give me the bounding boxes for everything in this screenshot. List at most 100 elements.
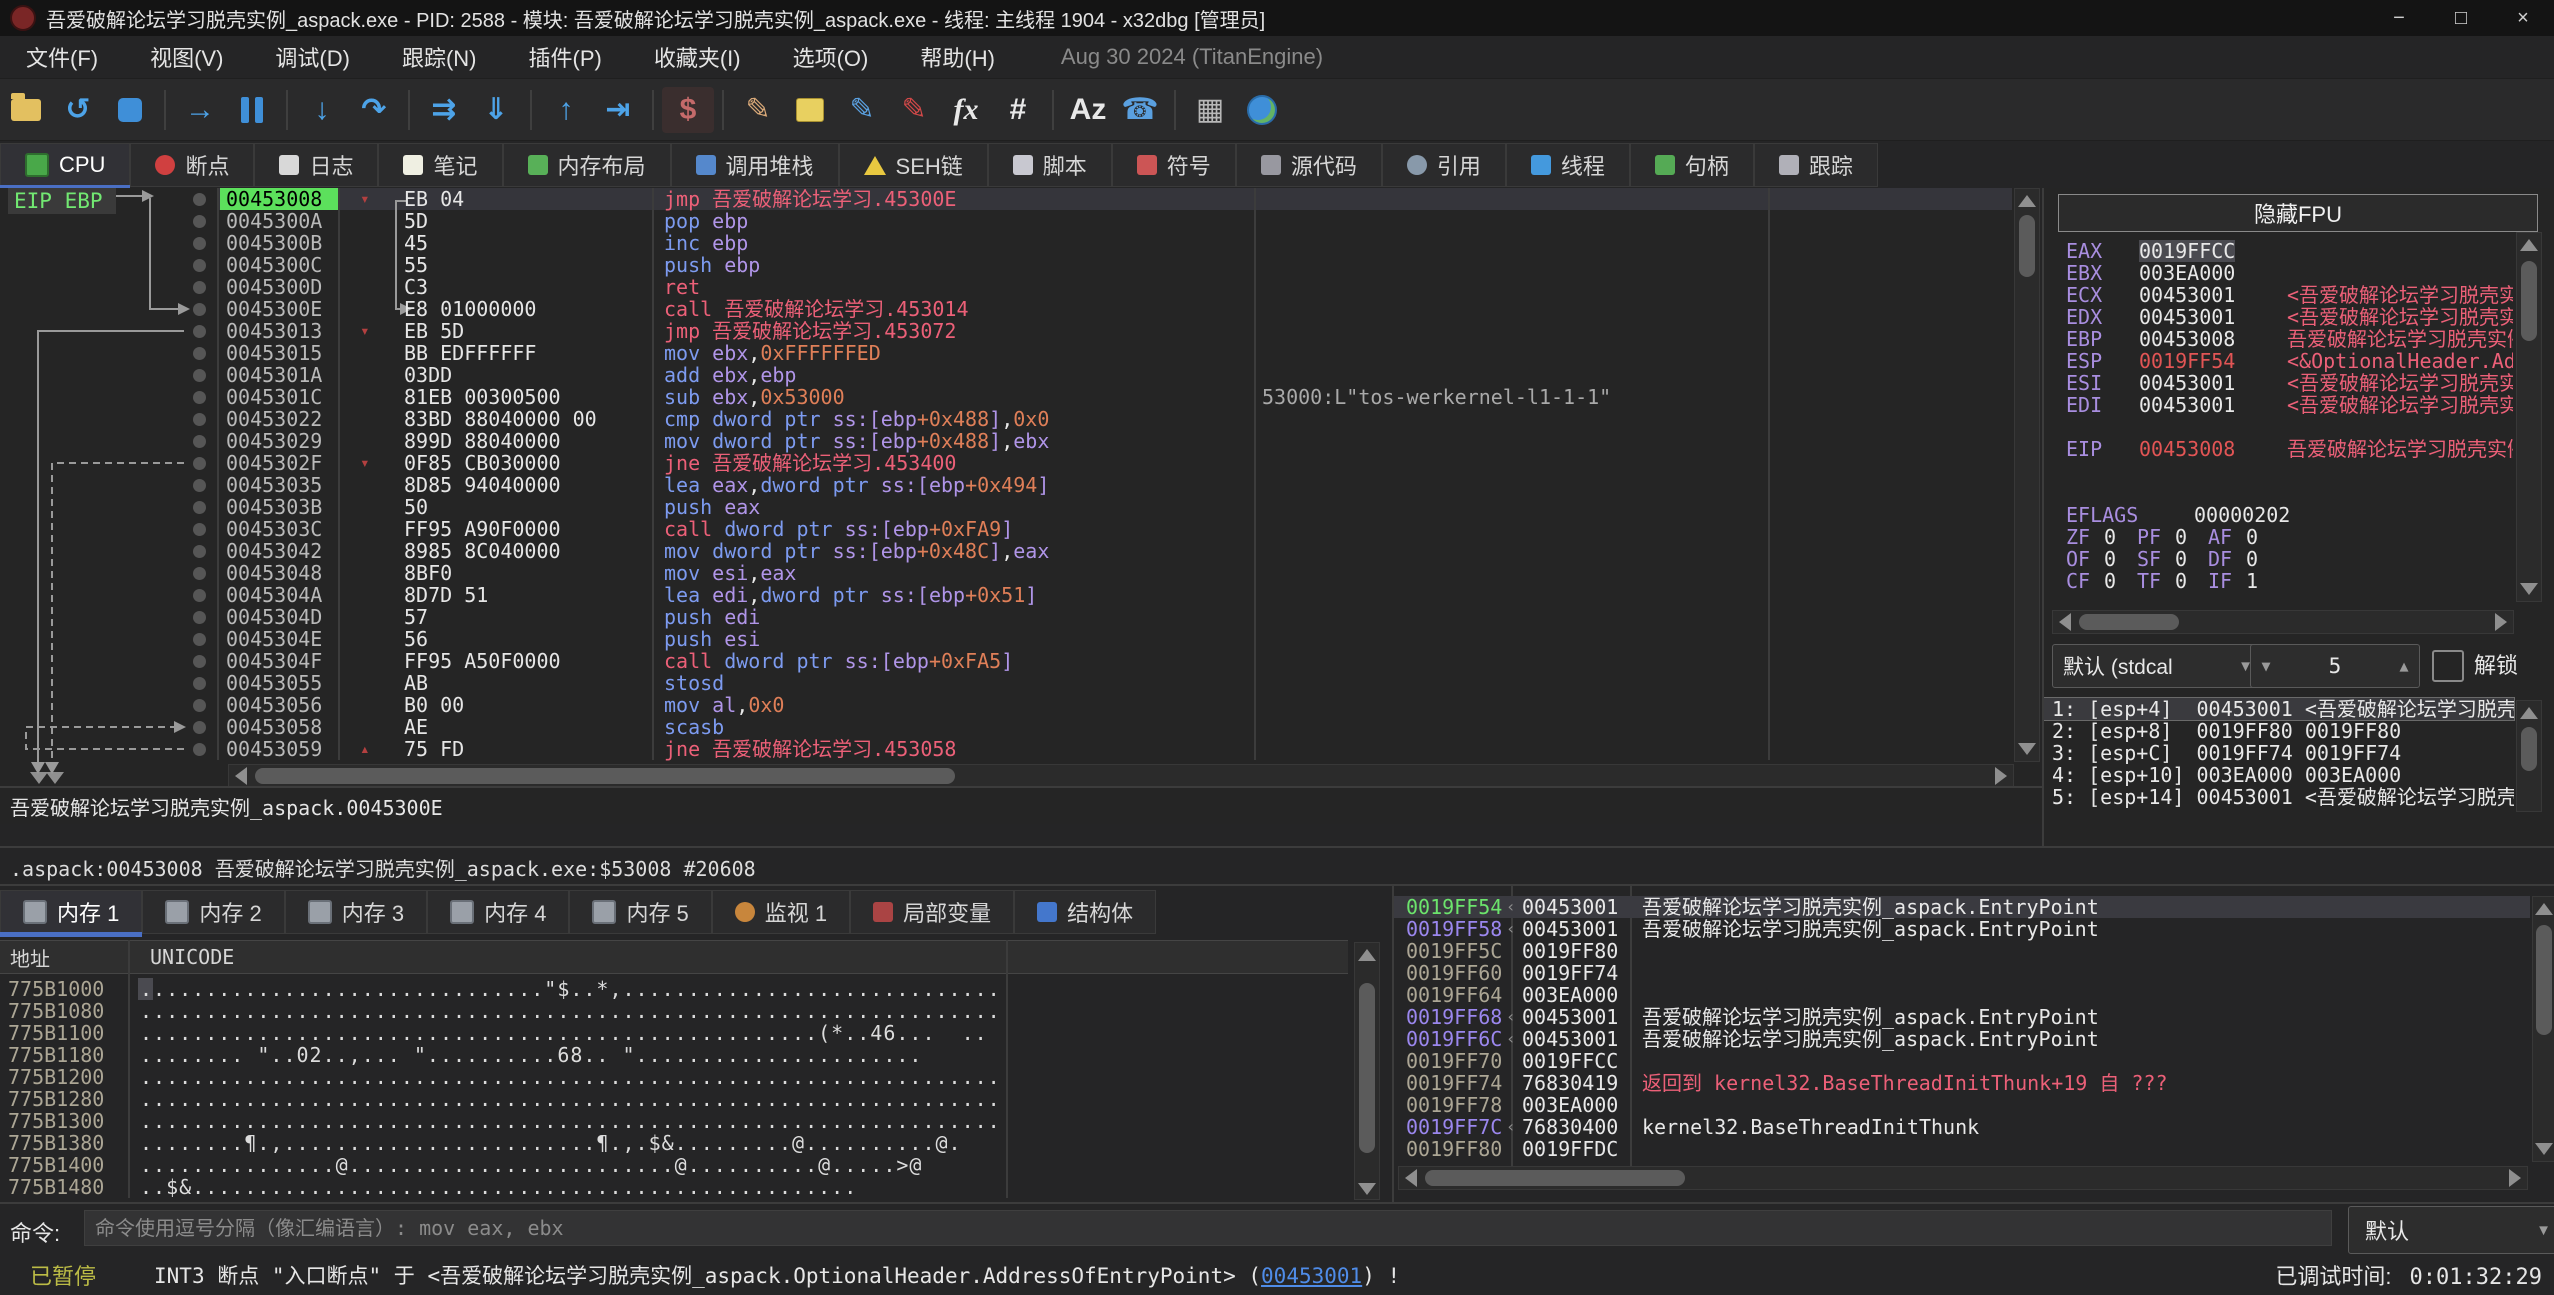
spinner-down-icon[interactable]: ▼ [2251, 657, 2281, 675]
argument-row[interactable]: 1: [esp+4] 00453001 <吾爱破解论坛学习脱壳实 [2044, 698, 2514, 720]
trace-into-icon[interactable]: ⇉ [418, 87, 470, 133]
register-row[interactable]: EDI00453001<吾爱破解论坛学习脱壳实例 [2044, 394, 2514, 416]
tab-cpu[interactable]: CPU [0, 143, 130, 187]
stack-row[interactable]: 0019FF54‹00453001吾爱破解论坛学习脱壳实例_aspack.Ent… [1394, 896, 2530, 918]
stack-row[interactable]: 0019FF58‹00453001吾爱破解论坛学习脱壳实例_aspack.Ent… [1394, 918, 2530, 940]
register-row[interactable]: CF0TF0IF1 [2044, 570, 2514, 592]
memory-row[interactable]: 775B1180........ "..02..,... "..........… [0, 1044, 1348, 1066]
stack-row[interactable]: 0019FF600019FF74 [1394, 962, 2530, 984]
register-row[interactable] [2044, 416, 2514, 438]
command-input[interactable] [84, 1210, 2332, 1246]
stack-row[interactable]: 0019FF68‹00453001吾爱破解论坛学习脱壳实例_aspack.Ent… [1394, 1006, 2530, 1028]
stack-row[interactable]: 0019FF5C0019FF80 [1394, 940, 2530, 962]
edit-breakpoint-icon[interactable]: ✎ [836, 87, 888, 133]
spinner-up-icon[interactable]: ▲ [2389, 657, 2419, 675]
register-row[interactable]: ESP0019FF54<&OptionalHeader.Address [2044, 350, 2514, 372]
maximize-button[interactable]: □ [2430, 0, 2492, 36]
memory-dump-pane[interactable]: 内存 1内存 2内存 3内存 4内存 5监视 1局部变量结构体 地址 UNICO… [0, 886, 1388, 1204]
string-references-icon[interactable]: Az [1062, 87, 1114, 133]
menu-item[interactable]: 文件(F) [0, 46, 124, 71]
calling-convention-select[interactable]: 默认 (stdcal▼ [2052, 644, 2262, 688]
menu-item[interactable]: 调试(D) [249, 46, 376, 71]
memory-row[interactable]: 775B1300................................… [0, 1110, 1348, 1132]
tab-log[interactable]: 日志 [254, 143, 378, 187]
calculator-icon[interactable]: ▦ [1184, 87, 1236, 133]
open-file-icon[interactable] [0, 87, 52, 133]
tab-break[interactable]: 断点 [130, 143, 254, 187]
memory-row[interactable]: 775B1280................................… [0, 1088, 1348, 1110]
intermodular-calls-icon[interactable]: ☎ [1114, 87, 1166, 133]
menu-item[interactable]: 帮助(H) [894, 46, 1021, 71]
registers-vertical-scrollbar[interactable] [2516, 232, 2542, 602]
tab-mem[interactable]: 内存布局 [503, 143, 671, 187]
tab-notes[interactable]: 笔记 [378, 143, 502, 187]
memory-tab[interactable]: 内存 1 [0, 890, 142, 934]
argument-row[interactable]: 5: [esp+14] 00453001 <吾爱破解论坛学习脱壳 [2044, 786, 2514, 808]
menu-item[interactable]: 选项(O) [767, 46, 895, 71]
function-analysis-icon[interactable]: fx [940, 87, 992, 133]
hide-fpu-button[interactable]: 隐藏FPU [2058, 194, 2538, 232]
registers-pane[interactable]: 隐藏FPU EAX0019FFCCEBX003EA000ECX00453001<… [2042, 188, 2554, 846]
argument-row[interactable]: 3: [esp+C] 0019FF74 0019FF74 [2044, 742, 2514, 764]
memory-tab[interactable]: 内存 2 [142, 890, 284, 934]
register-row[interactable]: EFLAGS00000202 [2044, 504, 2514, 526]
stack-row[interactable]: 0019FF700019FFCC [1394, 1050, 2530, 1072]
stack-row[interactable]: 0019FF6C‹00453001吾爱破解论坛学习脱壳实例_aspack.Ent… [1394, 1028, 2530, 1050]
menu-item[interactable]: 跟踪(N) [376, 46, 503, 71]
stack-row[interactable]: 0019FF800019FFDC [1394, 1138, 2530, 1160]
stack-row[interactable]: 0019FF78003EA000 [1394, 1094, 2530, 1116]
tab-stacktrace[interactable]: 调用堆栈 [671, 143, 839, 187]
run-to-user-code-icon[interactable]: ⇥ [592, 87, 644, 133]
close-button[interactable]: × [2492, 0, 2554, 36]
tab-threads[interactable]: 线程 [1506, 143, 1630, 187]
run-icon[interactable]: → [174, 87, 226, 133]
argument-row[interactable]: 4: [esp+10] 003EA000 003EA000 [2044, 764, 2514, 786]
step-over-icon[interactable]: ↷ [348, 87, 400, 133]
memory-row[interactable]: 775B1480..$&............................… [0, 1176, 1348, 1198]
close-icon[interactable] [104, 87, 156, 133]
disassembly-pane[interactable]: EIP EBP 00453008▾EB 04jmp 吾爱破解论坛学习.45300… [0, 188, 2040, 786]
step-out-icon[interactable]: ↑ [540, 87, 592, 133]
pause-icon[interactable] [226, 87, 278, 133]
memory-row[interactable]: 775B1200................................… [0, 1066, 1348, 1088]
register-row[interactable] [2044, 482, 2514, 504]
menu-item[interactable]: 插件(P) [503, 46, 628, 71]
memory-tab[interactable]: 内存 4 [427, 890, 569, 934]
memory-row[interactable]: 775B1380........¶.,.....................… [0, 1132, 1348, 1154]
register-row[interactable]: EIP00453008吾爱破解论坛学习脱壳实例 [2044, 438, 2514, 460]
restart-icon[interactable]: ↺ [52, 87, 104, 133]
stack-row[interactable]: 0019FF7476830419返回到 kernel32.BaseThreadI… [1394, 1072, 2530, 1094]
stack-pane[interactable]: 0019FF54‹00453001吾爱破解论坛学习脱壳实例_aspack.Ent… [1392, 886, 2554, 1204]
tab-script[interactable]: 脚本 [988, 143, 1112, 187]
register-row[interactable]: EBP00453008吾爱破解论坛学习脱壳实例 [2044, 328, 2514, 350]
hash-icon[interactable]: # [992, 87, 1044, 133]
tab-source[interactable]: 源代码 [1236, 143, 1382, 187]
menu-item[interactable]: 视图(V) [124, 46, 249, 71]
tab-trace[interactable]: 跟踪 [1754, 143, 1878, 187]
stack-horizontal-scrollbar[interactable] [1398, 1166, 2528, 1190]
tab-seh[interactable]: SEH链 [839, 143, 988, 187]
register-row[interactable]: ESI00453001<吾爱破解论坛学习脱壳实例 [2044, 372, 2514, 394]
label-icon[interactable] [784, 87, 836, 133]
register-row[interactable]: EDX00453001<吾爱破解论坛学习脱壳实例 [2044, 306, 2514, 328]
minimize-button[interactable]: − [2368, 0, 2430, 36]
memory-tab[interactable]: 监视 1 [712, 890, 850, 934]
memory-tab[interactable]: 内存 3 [285, 890, 427, 934]
stack-vertical-scrollbar[interactable] [2532, 896, 2554, 1162]
register-row[interactable]: EBX003EA000 [2044, 262, 2514, 284]
argument-row[interactable]: 2: [esp+8] 0019FF80 0019FF80 [2044, 720, 2514, 742]
highlight-icon[interactable]: ✎ [888, 87, 940, 133]
register-row[interactable]: OF0SF0DF0 [2044, 548, 2514, 570]
tab-refs[interactable]: 引用 [1382, 143, 1506, 187]
memory-map-icon[interactable] [1236, 87, 1288, 133]
tab-handles[interactable]: 句柄 [1630, 143, 1754, 187]
unlock-checkbox[interactable] [2432, 650, 2464, 682]
register-row[interactable]: ECX00453001<吾爱破解论坛学习脱壳实例 [2044, 284, 2514, 306]
menu-item[interactable]: 收藏夹(I) [628, 46, 767, 71]
memory-row[interactable]: 775B1100................................… [0, 1022, 1348, 1044]
stack-row[interactable]: 0019FF7C‹76830400kernel32.BaseThreadInit… [1394, 1116, 2530, 1138]
register-row[interactable] [2044, 460, 2514, 482]
memory-tab[interactable]: 内存 5 [569, 890, 711, 934]
stack-row[interactable]: 0019FF64003EA000 [1394, 984, 2530, 1006]
trace-over-icon[interactable]: ⇓ [470, 87, 522, 133]
